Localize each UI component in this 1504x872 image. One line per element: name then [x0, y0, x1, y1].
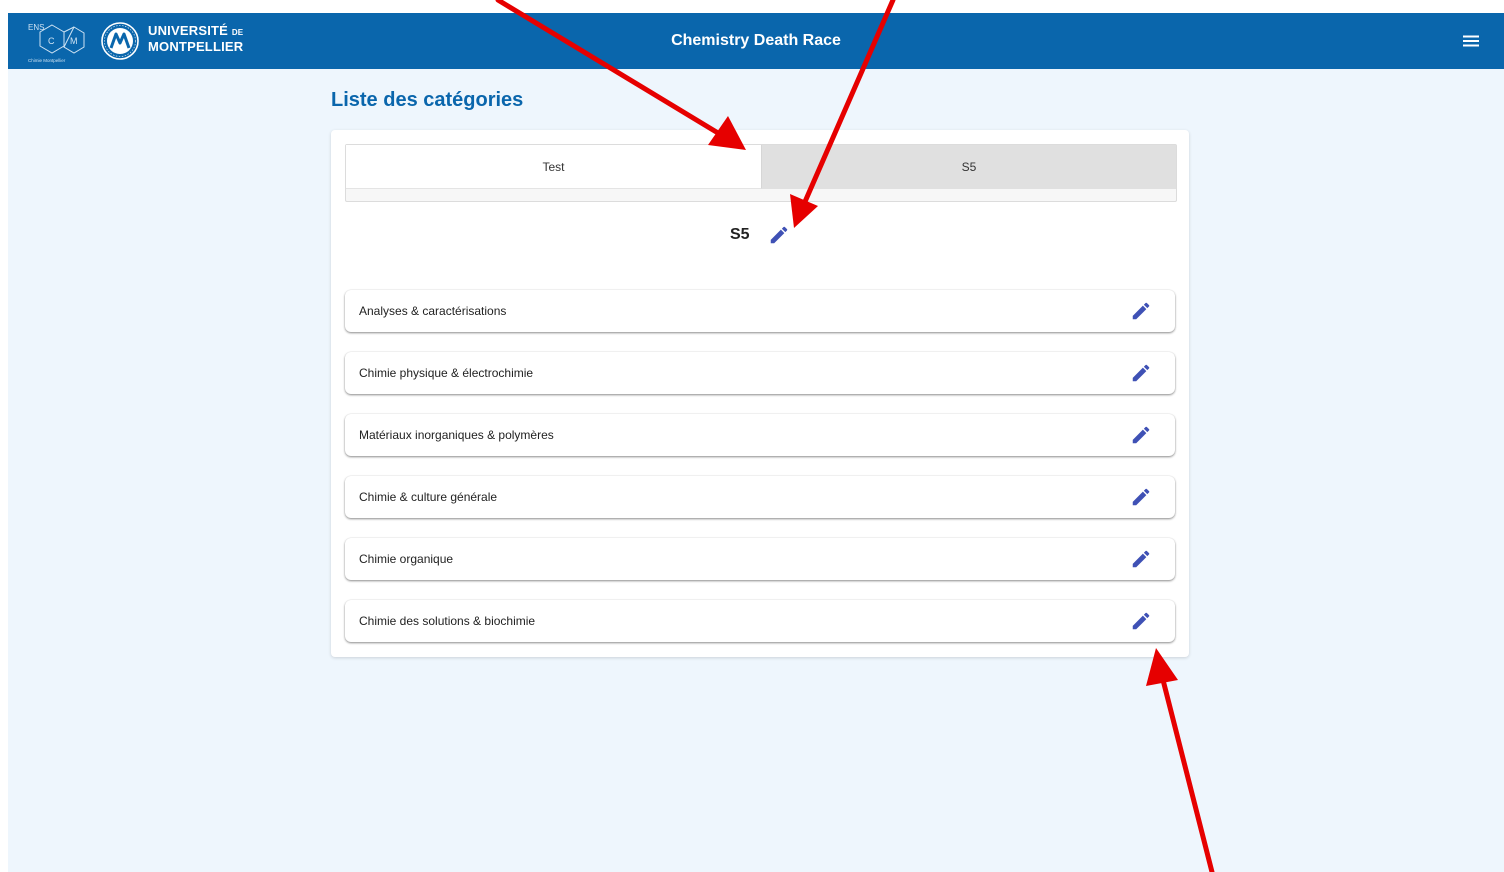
app-title: Chemistry Death Race	[671, 32, 841, 49]
top-app-bar: ENS C M Chimie Montpellier UNIVERSITÉ DE…	[8, 13, 1504, 69]
list-item[interactable]: Matériaux inorganiques & polymères	[345, 414, 1175, 456]
edit-pencil-icon[interactable]	[1130, 548, 1152, 570]
edit-pencil-icon[interactable]	[1130, 486, 1152, 508]
list-item[interactable]: Chimie organique	[345, 538, 1175, 580]
subcategory-label: Chimie & culture générale	[359, 490, 498, 504]
edit-pencil-icon[interactable]	[1130, 300, 1152, 322]
tab-s5[interactable]: S5	[762, 145, 1176, 189]
list-item[interactable]: Chimie des solutions & biochimie	[345, 600, 1175, 642]
page-title: Liste des catégories	[331, 89, 524, 111]
subcategory-label: Matériaux inorganiques & polymères	[359, 428, 554, 442]
subcategory-label: Analyses & caractérisations	[359, 304, 507, 318]
selected-category-name: S5	[729, 226, 750, 243]
edit-pencil-icon[interactable]	[1130, 424, 1152, 446]
app-frame: ENS C M Chimie Montpellier UNIVERSITÉ DE…	[8, 13, 1504, 872]
subcategory-label: Chimie des solutions & biochimie	[359, 614, 536, 628]
category-tabs: Test S5	[345, 144, 1177, 202]
selected-category-heading: S5	[331, 224, 1189, 248]
edit-pencil-icon[interactable]	[1130, 362, 1152, 384]
list-item[interactable]: Analyses & caractérisations	[345, 290, 1175, 332]
hamburger-menu-icon[interactable]	[1459, 29, 1483, 53]
tab-test[interactable]: Test	[346, 145, 762, 189]
subcategory-label: Chimie physique & électrochimie	[359, 366, 534, 380]
edit-pencil-icon[interactable]	[1130, 610, 1152, 632]
categories-card: Test S5 S5 Analyses & caractérisations C…	[331, 130, 1189, 657]
list-item[interactable]: Chimie physique & électrochimie	[345, 352, 1175, 394]
subcategory-label: Chimie organique	[359, 552, 454, 566]
list-item[interactable]: Chimie & culture générale	[345, 476, 1175, 518]
edit-category-pencil-icon[interactable]	[768, 224, 790, 246]
